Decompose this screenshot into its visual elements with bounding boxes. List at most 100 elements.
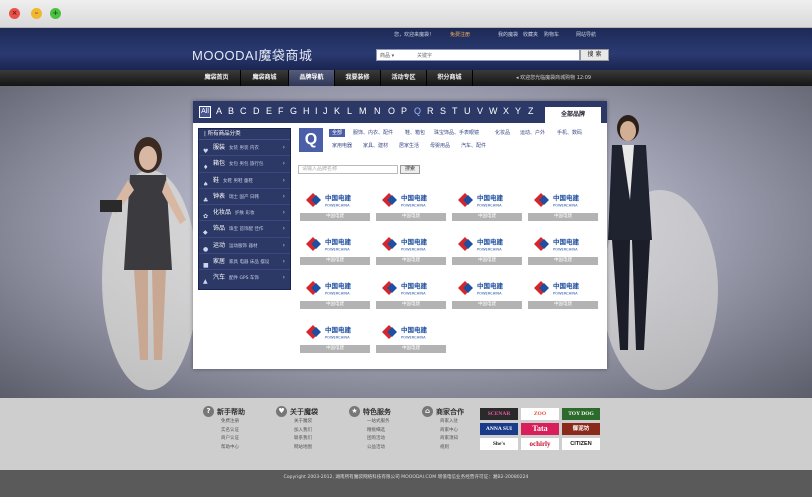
sidebar-item-watches[interactable]: ♣ 钟表 瑞士 国产 日韩 › <box>199 189 290 206</box>
nav-decorate[interactable]: 我要装修 <box>335 70 381 86</box>
partner-logo[interactable]: ZOO <box>521 408 559 420</box>
category-baby[interactable]: 母婴用品 <box>427 142 453 150</box>
letter-d[interactable]: D <box>253 106 260 116</box>
letter-l[interactable]: L <box>347 106 352 116</box>
sidebar-item-bags[interactable]: ♦ 箱包 女包 男包 旅行包 › <box>199 156 290 173</box>
brand-card[interactable]: 中国电建 POWERCHINA 中国电建 <box>298 231 372 268</box>
category-shoes-bags[interactable]: 鞋、箱包 <box>402 129 428 137</box>
nav-points[interactable]: 积分商城 <box>427 70 473 86</box>
category-digital[interactable]: 手机、数码 <box>554 129 585 137</box>
partner-logo[interactable]: TOY DOG <box>562 408 600 420</box>
footer-link[interactable]: 免费注册 <box>203 418 278 427</box>
category-cosmetics[interactable]: 化妆品 <box>492 129 513 137</box>
brand-card[interactable]: 中国电建 POWERCHINA 中国电建 <box>374 275 448 312</box>
partner-logo[interactable]: 御泥坊 <box>562 423 600 435</box>
letter-u[interactable]: U <box>464 106 471 116</box>
partner-logo[interactable]: CITIZEN <box>562 438 600 450</box>
footer-link[interactable]: 联系我们 <box>276 435 351 444</box>
nav-brands[interactable]: 品牌导航 <box>289 70 335 86</box>
partner-logo[interactable]: She's <box>480 438 518 450</box>
letter-e[interactable]: E <box>266 106 272 116</box>
category-appliances[interactable]: 家用电器 <box>329 142 355 150</box>
brand-card[interactable]: 中国电建 POWERCHINA 中国电建 <box>298 187 372 224</box>
sidebar-item-home[interactable]: ■ 家居 家具 电器 床品 摆设 › <box>199 254 290 271</box>
favorites-link[interactable]: 收藏夹 <box>523 31 538 38</box>
letter-b[interactable]: B <box>228 106 234 116</box>
sidebar-item-sports[interactable]: ● 运动 运动服饰 器材 › <box>199 238 290 255</box>
brand-card[interactable]: 中国电建 POWERCHINA 中国电建 <box>450 187 524 224</box>
letter-r[interactable]: R <box>427 106 434 116</box>
letter-o[interactable]: O <box>388 106 395 116</box>
brand-card[interactable]: 中国电建 POWERCHINA 中国电建 <box>526 187 600 224</box>
letter-w[interactable]: W <box>489 106 498 116</box>
letter-c[interactable]: C <box>240 106 247 116</box>
letter-s[interactable]: S <box>440 106 446 116</box>
partner-logo[interactable]: Tata <box>521 423 559 435</box>
sidebar-item-shoes[interactable]: ♠ 鞋女鞋 男鞋 童鞋 › <box>199 173 290 189</box>
footer-link[interactable]: 关于魔袋 <box>276 418 351 427</box>
brand-card[interactable]: 中国电建 POWERCHINA 中国电建 <box>450 231 524 268</box>
letter-y[interactable]: Y <box>515 106 521 116</box>
letter-m[interactable]: M <box>359 106 367 116</box>
footer-link[interactable]: 实名认证 <box>203 427 278 436</box>
nav-mall[interactable]: 魔袋商城 <box>241 70 289 86</box>
category-all[interactable]: 全部 <box>329 129 346 137</box>
site-logo[interactable]: MOOODAI魔袋商城 <box>192 45 312 64</box>
search-button[interactable]: 搜 索 <box>580 49 609 61</box>
footer-link[interactable]: 网站地图 <box>276 444 351 453</box>
letter-t[interactable]: T <box>452 106 458 116</box>
brand-card[interactable]: 中国电建 POWERCHINA 中国电建 <box>298 275 372 312</box>
search-category-select[interactable]: 商品 ▾ <box>380 52 394 59</box>
sidebar-item-jewelry[interactable]: ◆ 饰品 珠宝 首饰配 佳作 › <box>199 221 290 238</box>
cart-link[interactable]: 购物车 <box>544 31 559 38</box>
my-account-link[interactable]: 我的魔袋 <box>498 31 518 38</box>
brand-card[interactable]: 中国电建 POWERCHINA 中国电建 <box>526 231 600 268</box>
footer-link[interactable]: 精挑细选 <box>349 427 424 436</box>
letter-h[interactable]: H <box>303 106 310 116</box>
tab-all-brands[interactable]: 全部品牌 <box>545 107 601 123</box>
footer-link[interactable]: 商户认证 <box>203 435 278 444</box>
letter-p[interactable]: P <box>401 106 407 116</box>
brand-card[interactable]: 中国电建 POWERCHINA 中国电建 <box>450 275 524 312</box>
letter-q[interactable]: Q <box>414 106 421 116</box>
brand-search-input[interactable]: 请输入品牌名称 <box>298 165 398 174</box>
letter-f[interactable]: F <box>278 106 284 116</box>
brand-card[interactable]: 中国电建 POWERCHINA 中国电建 <box>298 319 372 356</box>
search-input[interactable] <box>417 51 567 60</box>
footer-link[interactable]: 加入我们 <box>276 427 351 436</box>
category-jewelry-watches[interactable]: 珠宝饰品、手表眼镜 <box>431 129 482 137</box>
partner-logo[interactable]: ANNA SUI <box>480 423 518 435</box>
minimize-window-button[interactable]: – <box>31 8 42 19</box>
letter-k[interactable]: K <box>334 106 340 116</box>
sidebar-item-clothing[interactable]: ♥ 服装 女装 男装 内衣 › <box>199 140 290 157</box>
letter-g[interactable]: G <box>290 106 297 116</box>
sidebar-item-cosmetics[interactable]: ✿ 化妆品 护肤 彩妆 › <box>199 205 290 222</box>
site-map-link[interactable]: 网站导航 <box>576 31 596 38</box>
partner-logo[interactable]: SCENAR <box>480 408 518 420</box>
footer-link[interactable]: 一站式服务 <box>349 418 424 427</box>
footer-link[interactable]: 公益活动 <box>349 444 424 453</box>
category-living[interactable]: 居家生活 <box>396 142 422 150</box>
partner-logo[interactable]: ochirly <box>521 438 559 450</box>
footer-link[interactable]: 帮助中心 <box>203 444 278 453</box>
letter-x[interactable]: X <box>503 106 509 116</box>
letter-all[interactable]: All <box>199 106 211 118</box>
brand-card[interactable]: 中国电建 POWERCHINA 中国电建 <box>374 187 448 224</box>
brand-card[interactable]: 中国电建 POWERCHINA 中国电建 <box>374 319 448 356</box>
letter-a[interactable]: A <box>216 106 222 116</box>
nav-home[interactable]: 魔袋首页 <box>193 70 241 86</box>
sidebar-item-auto[interactable]: ▲ 汽车 配件 GPS 车饰 › <box>199 270 290 286</box>
brand-card[interactable]: 中国电建 POWERCHINA 中国电建 <box>526 275 600 312</box>
category-outdoor[interactable]: 运动、户外 <box>517 129 548 137</box>
zoom-window-button[interactable]: + <box>50 8 61 19</box>
letter-z[interactable]: Z <box>528 106 534 116</box>
letter-i[interactable]: I <box>315 106 318 116</box>
footer-link[interactable]: 团购活动 <box>349 435 424 444</box>
category-auto[interactable]: 汽车、配件 <box>458 142 489 150</box>
letter-n[interactable]: N <box>374 106 381 116</box>
letter-v[interactable]: V <box>477 106 483 116</box>
letter-j[interactable]: J <box>323 106 328 116</box>
brand-card[interactable]: 中国电建 POWERCHINA 中国电建 <box>374 231 448 268</box>
category-furniture[interactable]: 家具、建材 <box>360 142 391 150</box>
register-link[interactable]: 免费注册 <box>450 31 470 38</box>
